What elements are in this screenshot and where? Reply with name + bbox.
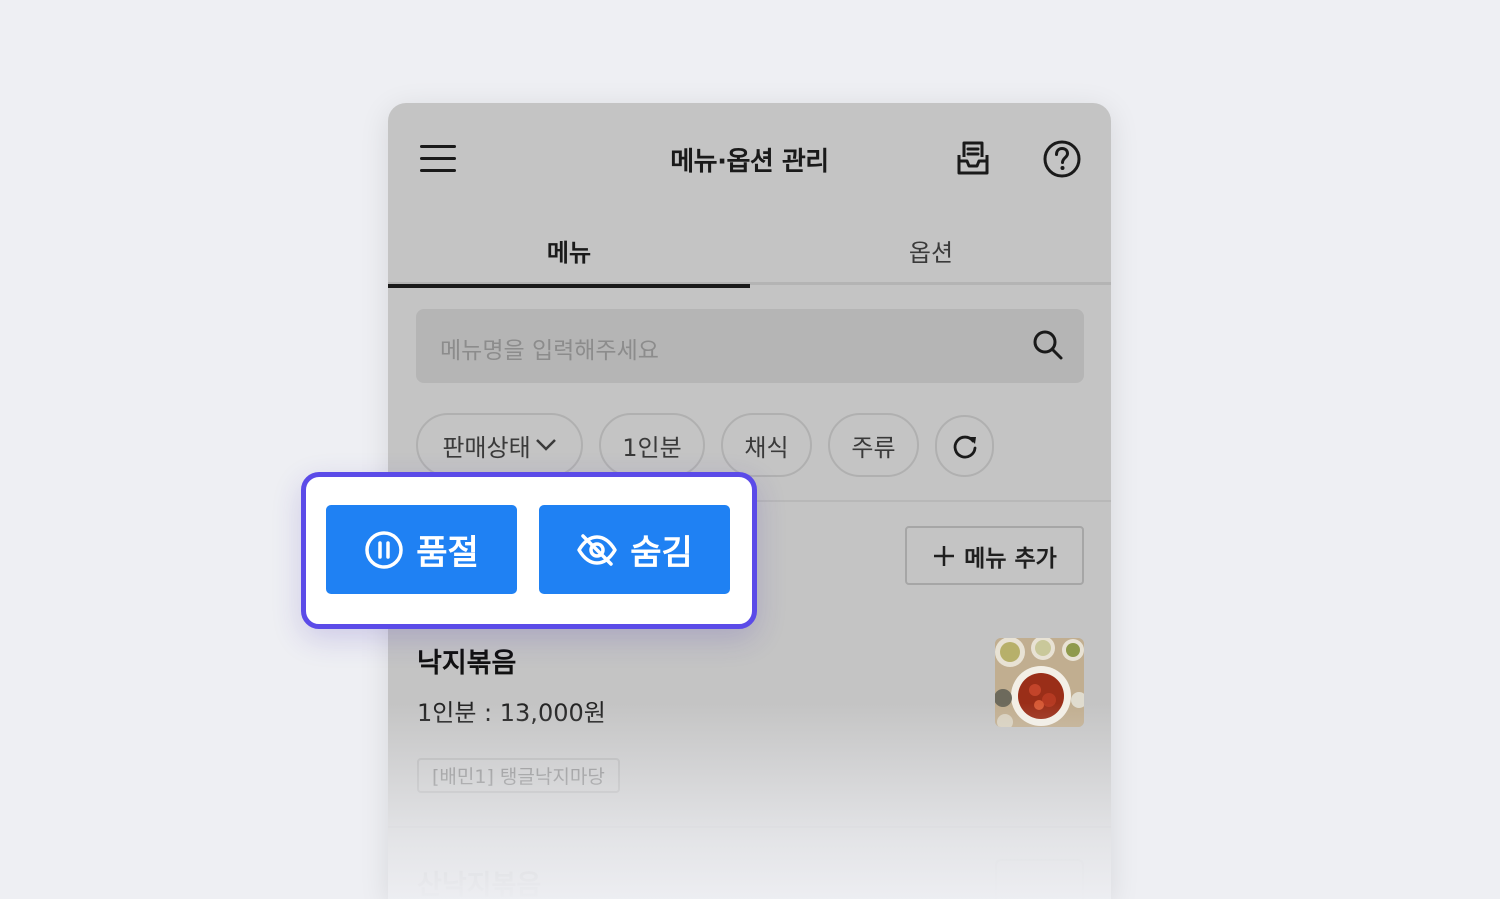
hide-button[interactable]: 숨김 <box>539 505 730 594</box>
filter-single-serving[interactable]: 1인분 <box>599 413 705 477</box>
add-menu-button[interactable]: 메뉴 추가 <box>905 526 1084 585</box>
soldout-button[interactable]: 품절 <box>326 505 517 594</box>
help-icon[interactable] <box>1042 139 1082 179</box>
hide-label: 숨김 <box>630 533 693 573</box>
menu-item-name[interactable]: 낙지볶음 <box>417 641 516 680</box>
pause-circle-icon <box>365 530 403 569</box>
filter-sale-status-label: 판매상태 <box>442 433 531 462</box>
filter-sale-status[interactable]: 판매상태 <box>416 413 583 477</box>
tab-menu[interactable]: 메뉴 <box>388 215 750 288</box>
menu-item-photo-2[interactable] <box>995 859 1084 899</box>
refresh-icon <box>953 435 976 459</box>
tab-bar: 메뉴 옵션 <box>388 215 1111 288</box>
filter-single-serving-label: 1인분 <box>622 433 682 462</box>
eye-off-icon <box>577 533 617 566</box>
filter-alcohol-label: 주류 <box>851 433 896 462</box>
tab-option[interactable]: 옵션 <box>750 215 1111 285</box>
tab-option-label: 옵션 <box>908 238 954 267</box>
menu-item-name-2[interactable]: 산낙지볶음 <box>417 863 541 899</box>
chevron-down-icon <box>535 439 556 451</box>
search-placeholder: 메뉴명을 입력해주세요 <box>440 338 659 364</box>
app-header: 메뉴·옵션 관리 <box>388 103 1111 215</box>
soldout-label: 품절 <box>416 533 479 573</box>
page-title: 메뉴·옵션 관리 <box>670 147 829 177</box>
plus-icon <box>934 545 955 566</box>
filter-vegetarian[interactable]: 채식 <box>721 413 812 477</box>
menu-item-price: 1인분 : 13,000원 <box>417 699 606 727</box>
search-input[interactable]: 메뉴명을 입력해주세요 <box>416 309 1084 383</box>
filter-vegetarian-label: 채식 <box>744 433 789 462</box>
refresh-button[interactable] <box>935 415 994 477</box>
inbox-icon[interactable] <box>953 139 993 179</box>
action-popup: 품절 숨김 <box>301 472 757 629</box>
add-menu-label: 메뉴 추가 <box>964 545 1057 572</box>
list-row-divider <box>388 826 1111 828</box>
filter-alcohol[interactable]: 주류 <box>828 413 919 477</box>
tab-menu-label: 메뉴 <box>546 238 592 267</box>
search-icon[interactable] <box>1030 327 1066 363</box>
menu-item-store-tag-label: [배민1] 탱글낙지마당 <box>432 766 605 788</box>
menu-item-photo[interactable] <box>995 638 1084 727</box>
menu-item-store-tag: [배민1] 탱글낙지마당 <box>417 758 620 793</box>
